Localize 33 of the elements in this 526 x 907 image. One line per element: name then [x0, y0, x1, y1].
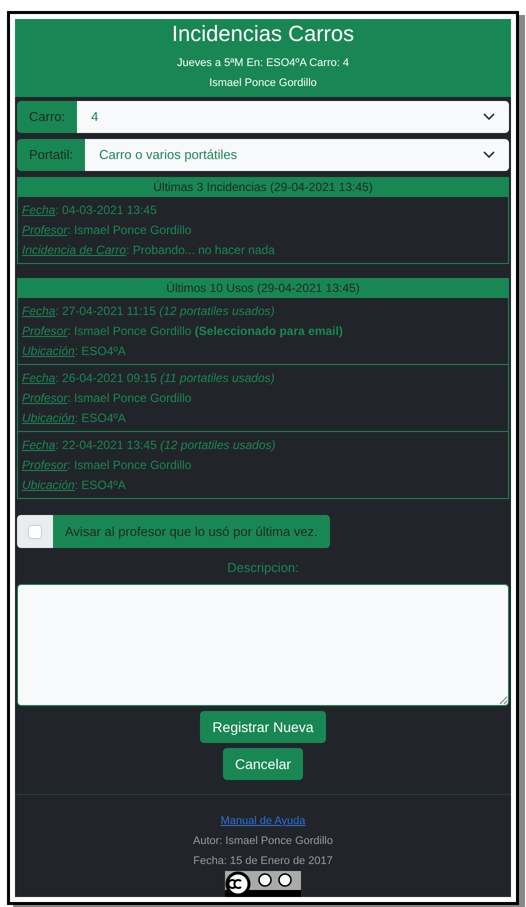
- section-header: Últimos 10 Usos (29-04-2021 13:45): [17, 278, 509, 298]
- user-name: Ismael Ponce Gordillo: [209, 76, 317, 91]
- record-field: Profesor: Ismael Ponce Gordillo: [22, 220, 504, 240]
- help-link[interactable]: Manual de Ayuda: [220, 811, 306, 831]
- record-field: Incidencia de Carro: Probando... no hacer nada: [22, 240, 504, 260]
- record-field: Profesor: Ismael Ponce Gordillo: [22, 455, 504, 475]
- author-text: Autor: Ismael Ponce Gordillo: [192, 834, 333, 849]
- chevron-down-icon: [483, 113, 495, 121]
- record-field: Profesor: Ismael Ponce Gordillo (Seleccionado para email): [22, 321, 504, 341]
- select-label: Portatil:: [17, 139, 86, 171]
- select-label: Carro:: [17, 101, 78, 133]
- record-field: Fecha: 27-04-2021 11:15 (12 portatiles usados): [22, 301, 504, 321]
- record-field: Ubicación: ESO4ºA: [22, 341, 504, 361]
- notify-checkbox[interactable]: [28, 524, 42, 538]
- record-field: Fecha: 04-03-2021 13:45: [22, 200, 504, 220]
- action-button[interactable]: Registrar Nueva: [200, 711, 326, 743]
- license-icon: [225, 871, 301, 897]
- record-field: Fecha: 26-04-2021 09:15 (11 portatiles usados): [22, 368, 504, 388]
- action-button[interactable]: Cancelar: [222, 748, 304, 780]
- record-field: Profesor: Ismael Ponce Gordillo: [22, 388, 504, 408]
- dropdown-select[interactable]: 4: [77, 101, 509, 133]
- section-header: Últimas 3 Incidencias (29-04-2021 13:45): [17, 177, 509, 197]
- record-field: Ubicación: ESO4ºA: [22, 475, 504, 495]
- chevron-down-icon: [483, 151, 495, 159]
- record-field: Ubicación: ESO4ºA: [22, 408, 504, 428]
- dropdown-select[interactable]: Carro o varios portátiles: [85, 139, 509, 171]
- description-field[interactable]: [17, 584, 509, 706]
- date-text: Fecha: 15 de Enero de 2017: [193, 854, 333, 869]
- session-info: Jueves a 5ªM En: ESO4ºA Carro: 4: [177, 56, 349, 71]
- notify-label: Avisar al profesor que lo usó por última vez.: [53, 515, 330, 548]
- record-field: Fecha: 22-04-2021 13:45 (12 portatiles usados): [22, 435, 504, 455]
- page-title: Incidencias Carros: [172, 20, 354, 48]
- description-label: Descripcion:: [226, 559, 300, 577]
